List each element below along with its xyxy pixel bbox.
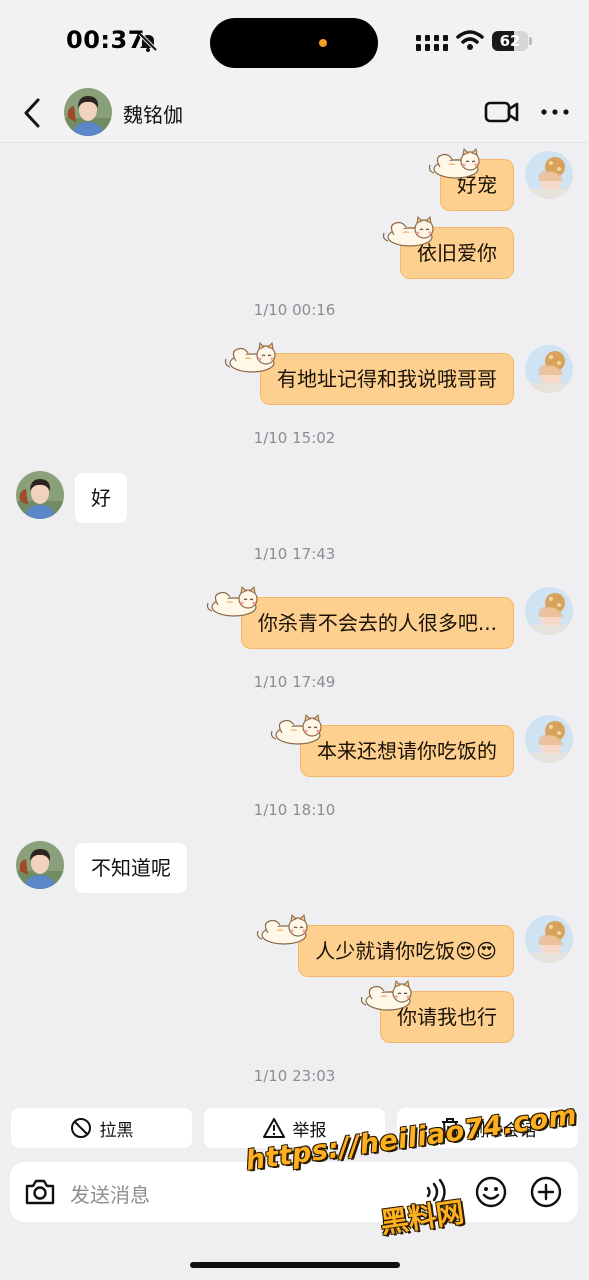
my-avatar[interactable] — [525, 587, 573, 635]
cat-sticker-icon — [254, 913, 312, 947]
timestamp: 1/10 17:49 — [253, 673, 336, 691]
avatar-image — [525, 345, 573, 393]
home-indicator — [190, 1262, 400, 1268]
avatar-image — [525, 587, 573, 635]
signal-icon — [416, 35, 448, 51]
block-label: 拉黑 — [99, 1120, 134, 1141]
contact-avatar[interactable] — [64, 88, 112, 136]
cat-sticker-icon — [204, 585, 262, 619]
my-avatar[interactable] — [525, 151, 573, 199]
message-list[interactable]: 好宠 依旧爱你 1/10 00:16 有地址记得和我说哦哥哥 1/10 15:0… — [0, 143, 589, 1103]
avatar-image — [525, 915, 573, 963]
dynamic-island — [210, 18, 378, 68]
cat-sticker-icon — [426, 147, 484, 181]
timestamp: 1/10 00:16 — [253, 301, 336, 319]
warning-icon — [262, 1118, 285, 1138]
message-input[interactable]: 发送消息 — [70, 1179, 150, 1208]
block-icon — [70, 1118, 91, 1138]
camera-icon[interactable] — [24, 1177, 56, 1207]
emoji-icon[interactable] — [474, 1175, 508, 1209]
more-dots-icon[interactable] — [540, 100, 570, 124]
status-time: 00:37 — [66, 26, 145, 54]
status-bar: 00:37 62 — [0, 0, 589, 86]
timestamp: 1/10 15:02 — [253, 429, 336, 447]
incoming-message[interactable]: 好 — [75, 473, 127, 523]
avatar-image — [16, 841, 64, 889]
message-input-bar: 发送消息 — [10, 1162, 578, 1222]
avatar-image — [525, 151, 573, 199]
chat-header: 魏铭伽 — [0, 86, 589, 143]
timestamp: 1/10 18:10 — [253, 801, 336, 819]
avatar-image — [16, 471, 64, 519]
battery-cap — [529, 37, 532, 45]
outgoing-message[interactable]: 人少就请你吃饭😍😍 — [298, 925, 514, 977]
outgoing-message[interactable]: 你杀青不会去的人很多吧... — [240, 597, 514, 649]
avatar-image — [64, 88, 112, 136]
bell-slash-icon — [138, 32, 158, 52]
avatar-image — [525, 715, 573, 763]
my-avatar[interactable] — [525, 915, 573, 963]
battery-percent: 62 — [499, 32, 521, 50]
privacy-indicator — [319, 39, 327, 47]
cat-sticker-icon — [358, 979, 416, 1013]
incoming-message[interactable]: 不知道呢 — [75, 843, 187, 893]
battery-indicator: 62 — [492, 31, 528, 51]
outgoing-message[interactable]: 本来还想请你吃饭的 — [300, 725, 514, 777]
wifi-icon — [456, 30, 484, 50]
plus-circle-icon[interactable] — [529, 1175, 563, 1209]
back-chevron-icon[interactable] — [18, 96, 48, 130]
outgoing-message[interactable]: 有地址记得和我说哦哥哥 — [260, 353, 514, 405]
cat-sticker-icon — [222, 341, 280, 375]
block-button[interactable]: 拉黑 — [11, 1108, 192, 1148]
timestamp: 1/10 23:03 — [253, 1067, 336, 1085]
cat-sticker-icon — [268, 713, 326, 747]
contact-avatar[interactable] — [16, 471, 64, 519]
cat-sticker-icon — [380, 215, 438, 249]
contact-avatar[interactable] — [16, 841, 64, 889]
contact-name[interactable]: 魏铭伽 — [123, 99, 183, 128]
my-avatar[interactable] — [525, 345, 573, 393]
timestamp: 1/10 17:43 — [253, 545, 336, 563]
my-avatar[interactable] — [525, 715, 573, 763]
video-camera-icon[interactable] — [484, 98, 520, 126]
